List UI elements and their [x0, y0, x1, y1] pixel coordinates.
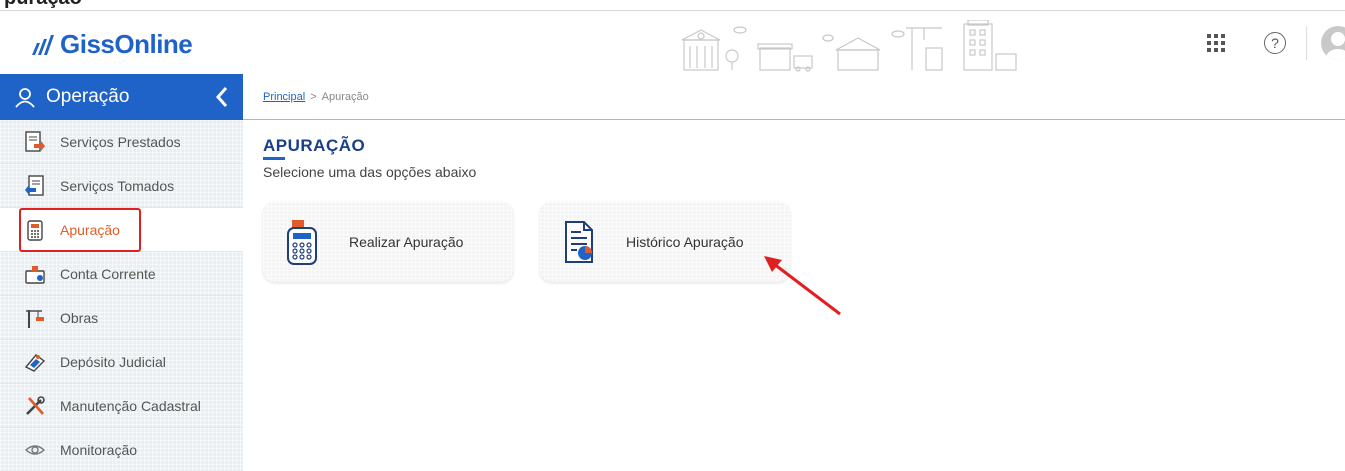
annotation-highlight-box	[19, 208, 141, 252]
header-divider	[1306, 26, 1307, 60]
sidebar-item-label: Manutenção Cadastral	[60, 397, 201, 414]
sidebar-item-monitoracao[interactable]: Monitoração	[0, 428, 243, 471]
tools-icon	[26, 395, 45, 415]
document-out-icon	[25, 130, 45, 152]
help-icon[interactable]: ?	[1264, 32, 1286, 54]
clipped-page-heading: puração	[4, 0, 82, 10]
user-avatar-icon[interactable]	[1321, 26, 1345, 60]
breadcrumb-current: Apuração	[321, 90, 369, 103]
title-underline	[263, 157, 285, 160]
card-label: Histórico Apuração	[626, 234, 744, 250]
sidebar: Operação Serviços Prestados Serviços Tom…	[0, 74, 243, 471]
sidebar-item-obras[interactable]: Obras	[0, 296, 243, 340]
sidebar-item-servicos-prestados[interactable]: Serviços Prestados	[0, 120, 243, 164]
gissonline-logo[interactable]: GissOnline	[30, 27, 193, 61]
sidebar-item-conta-corrente[interactable]: Conta Corrente	[0, 252, 243, 296]
user-outline-icon	[15, 88, 35, 108]
eye-icon	[24, 444, 46, 455]
apps-grid-icon[interactable]	[1206, 33, 1226, 53]
annotation-arrow	[764, 256, 841, 316]
realizar-apuracao-card[interactable]: Realizar Apuração	[263, 202, 513, 282]
report-chart-icon	[565, 221, 593, 263]
sidebar-item-label: Monitoração	[60, 441, 138, 458]
help-glyph: ?	[1271, 35, 1279, 51]
card-label: Realizar Apuração	[349, 234, 464, 250]
sidebar-title: Operação	[46, 86, 130, 107]
avatar-silhouette-icon	[1326, 32, 1345, 60]
sidebar-item-label: Depósito Judicial	[60, 353, 166, 370]
logo-text: GissOnline	[60, 28, 193, 59]
sidebar-item-manutencao-cadastral[interactable]: Manutenção Cadastral	[0, 384, 243, 428]
chevron-left-icon[interactable]	[215, 86, 229, 108]
sidebar-item-deposito-judicial[interactable]: Depósito Judicial	[0, 340, 243, 384]
calculator-icon	[287, 220, 317, 265]
deposit-icon	[24, 353, 46, 372]
sidebar-item-label: Serviços Prestados	[60, 133, 181, 150]
sidebar-item-label: Conta Corrente	[60, 265, 156, 282]
breadcrumb-separator: >	[310, 90, 317, 103]
sidebar-item-label: Serviços Tomados	[60, 177, 175, 194]
breadcrumb: Principal > Apuração	[243, 74, 1345, 120]
city-skyline-illustration	[681, 20, 1017, 72]
page-title: APURAÇÃO	[263, 136, 366, 155]
sidebar-item-label: Obras	[60, 309, 99, 326]
wallet-icon	[25, 265, 45, 284]
page-subtitle: Selecione uma das opções abaixo	[263, 164, 477, 180]
logo-bars-icon	[32, 35, 54, 55]
top-header: GissOnline ?	[0, 10, 1345, 74]
crane-icon	[26, 309, 44, 328]
document-in-icon	[25, 174, 44, 196]
breadcrumb-home-link[interactable]: Principal	[263, 91, 305, 103]
historico-apuracao-card[interactable]: Histórico Apuração	[540, 202, 790, 282]
sidebar-item-servicos-tomados[interactable]: Serviços Tomados	[0, 164, 243, 208]
sidebar-header[interactable]: Operação	[0, 74, 243, 120]
